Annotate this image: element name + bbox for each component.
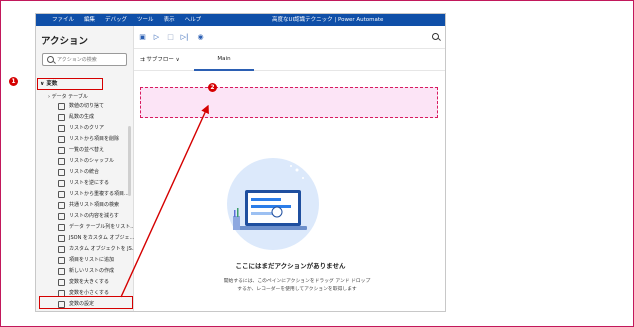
action-item[interactable]: 乱数の生成 xyxy=(36,112,128,123)
subtract-list-icon xyxy=(58,213,65,220)
menu-bar: ファイル 編集 デバッグ ツール 表示 ヘルプ xyxy=(52,15,201,25)
action-item-label: 一覧の並べ替え xyxy=(69,147,105,153)
empty-state-title: ここにはまだアクションがありません xyxy=(235,262,346,270)
action-item[interactable]: リストから重複する項目... xyxy=(36,189,129,200)
power-automate-window: ファイル 編集 デバッグ ツール 表示 ヘルプ 高度なUI認識テクニック | P… xyxy=(35,13,446,312)
actions-pane-title: アクション xyxy=(41,36,89,47)
action-item-label: 数値の切り捨て xyxy=(69,103,105,109)
action-item[interactable]: 一覧の並べ替え xyxy=(36,145,128,156)
designer-toolbar: ▣ ▷ □ ▷| ◉ xyxy=(134,26,445,49)
menu-file[interactable]: ファイル xyxy=(52,15,74,25)
action-search-box[interactable] xyxy=(42,53,127,66)
action-item[interactable]: JSON をカスタム オブジェ... xyxy=(36,233,134,244)
action-item[interactable]: 項目をリストに追加 xyxy=(36,255,128,266)
list-remove-icon xyxy=(58,136,65,143)
step-badge-2: 2 xyxy=(208,83,217,92)
menu-debug[interactable]: デバッグ xyxy=(105,15,127,25)
run-icon[interactable]: ▷ xyxy=(152,33,161,42)
action-item[interactable]: 共通リスト項目の検索 xyxy=(36,200,128,211)
title-bar: ファイル 編集 デバッグ ツール 表示 ヘルプ 高度なUI認識テクニック | P… xyxy=(36,14,445,26)
step-icon[interactable]: ▷| xyxy=(180,33,189,42)
action-item-label: リストのクリア xyxy=(69,125,105,131)
highlight-set-variable-action xyxy=(39,296,133,309)
add-item-icon xyxy=(58,257,65,264)
action-item[interactable]: リストのクリア xyxy=(36,123,128,134)
action-item-label: 新しいリストの作成 xyxy=(69,268,115,274)
window-title: 高度なUI認識テクニック | Power Automate xyxy=(272,17,384,23)
tab-main-label: Main xyxy=(217,56,231,62)
action-item-label: 乱数の生成 xyxy=(69,114,95,120)
empty-workspace-illustration xyxy=(227,158,319,250)
search-icon xyxy=(47,56,54,63)
action-item-label: リストを逆にする xyxy=(69,180,110,186)
increase-icon xyxy=(58,279,65,286)
sort-icon xyxy=(58,147,65,154)
actions-pane: アクション ∨ 変数 › データ テーブル 数値の切り捨て乱数の生成リストのクリ… xyxy=(36,26,137,311)
subflows-dropdown[interactable]: ⇉ サブフロー ∨ xyxy=(140,55,180,63)
save-icon[interactable]: ▣ xyxy=(138,33,147,42)
action-item-label: 共通リスト項目の検索 xyxy=(69,202,120,208)
subflow-tabbar: ⇉ サブフロー ∨ Main xyxy=(134,49,445,71)
merge-icon xyxy=(58,169,65,176)
action-item-label: データ テーブル列をリスト... xyxy=(69,224,136,230)
action-item[interactable]: リストの統合 xyxy=(36,167,128,178)
action-item-label: カスタム オブジェクトを JS... xyxy=(69,246,137,252)
search-icon[interactable] xyxy=(431,32,441,42)
highlight-variables-category xyxy=(37,78,103,90)
duplicate-icon xyxy=(58,191,65,198)
action-item-label: 変数を大きくする xyxy=(69,279,110,285)
number-icon xyxy=(58,103,65,110)
custom-object-icon xyxy=(58,246,65,253)
reverse-icon xyxy=(58,180,65,187)
action-item-label: リストのシャッフル xyxy=(69,158,115,164)
json-icon xyxy=(58,235,65,242)
action-item[interactable]: リストから項目を削除 xyxy=(36,134,128,145)
empty-state-line-1: 開始するには、このペインにアクションをドラッグ アンド ドロップ xyxy=(223,279,371,284)
new-list-icon xyxy=(58,268,65,275)
step-badge-1: 1 xyxy=(9,77,18,86)
action-item[interactable]: データ テーブル列をリスト... xyxy=(36,222,135,233)
menu-edit[interactable]: 編集 xyxy=(84,15,95,25)
menu-tools[interactable]: ツール xyxy=(137,15,154,25)
action-item-label: リストの内容を減らす xyxy=(69,213,119,219)
action-item[interactable]: リストのシャッフル xyxy=(36,156,128,167)
action-item[interactable]: リストの内容を減らす xyxy=(36,211,128,222)
subcategory-data-table[interactable]: › データ テーブル xyxy=(48,93,88,100)
menu-view[interactable]: 表示 xyxy=(164,15,175,25)
drop-target-area[interactable] xyxy=(140,87,438,118)
menu-help[interactable]: ヘルプ xyxy=(185,15,202,25)
common-list-icon xyxy=(58,202,65,209)
action-item-label: JSON をカスタム オブジェ... xyxy=(69,235,135,241)
subflows-label: サブフロー xyxy=(146,57,174,63)
empty-state-description: 開始するには、このペインにアクションをドラッグ アンド ドロップ するか、レコー… xyxy=(212,278,382,294)
subcategory-data-table-label: データ テーブル xyxy=(51,94,88,100)
list-clear-icon xyxy=(58,125,65,132)
tab-main[interactable]: Main xyxy=(194,49,254,71)
action-item[interactable]: 変数を大きくする xyxy=(36,277,128,288)
action-item-label: リストから項目を削除 xyxy=(69,136,120,142)
action-item[interactable]: リストを逆にする xyxy=(36,178,128,189)
action-item[interactable]: カスタム オブジェクトを JS... xyxy=(36,244,137,255)
dice-icon xyxy=(58,114,65,121)
record-icon[interactable]: ◉ xyxy=(196,33,205,42)
empty-state-line-2: するか、レコーダーを使用してアクションを取得します xyxy=(237,287,357,292)
action-item-label: 項目をリストに追加 xyxy=(69,257,115,263)
action-item-label: リストから重複する項目... xyxy=(69,191,129,197)
table-column-icon xyxy=(58,224,65,231)
stop-icon[interactable]: □ xyxy=(166,33,175,42)
action-search-input[interactable] xyxy=(57,55,125,65)
designer-pane: ▣ ▷ □ ▷| ◉ ⇉ サブフロー ∨ Main ここにはまだアクションがあり… xyxy=(134,26,445,311)
action-item[interactable]: 数値の切り捨て xyxy=(36,101,128,112)
action-item-label: リストの統合 xyxy=(69,169,100,175)
action-list-scrollbar[interactable] xyxy=(128,126,131,196)
action-item[interactable]: 新しいリストの作成 xyxy=(36,266,128,277)
shuffle-icon xyxy=(58,158,65,165)
